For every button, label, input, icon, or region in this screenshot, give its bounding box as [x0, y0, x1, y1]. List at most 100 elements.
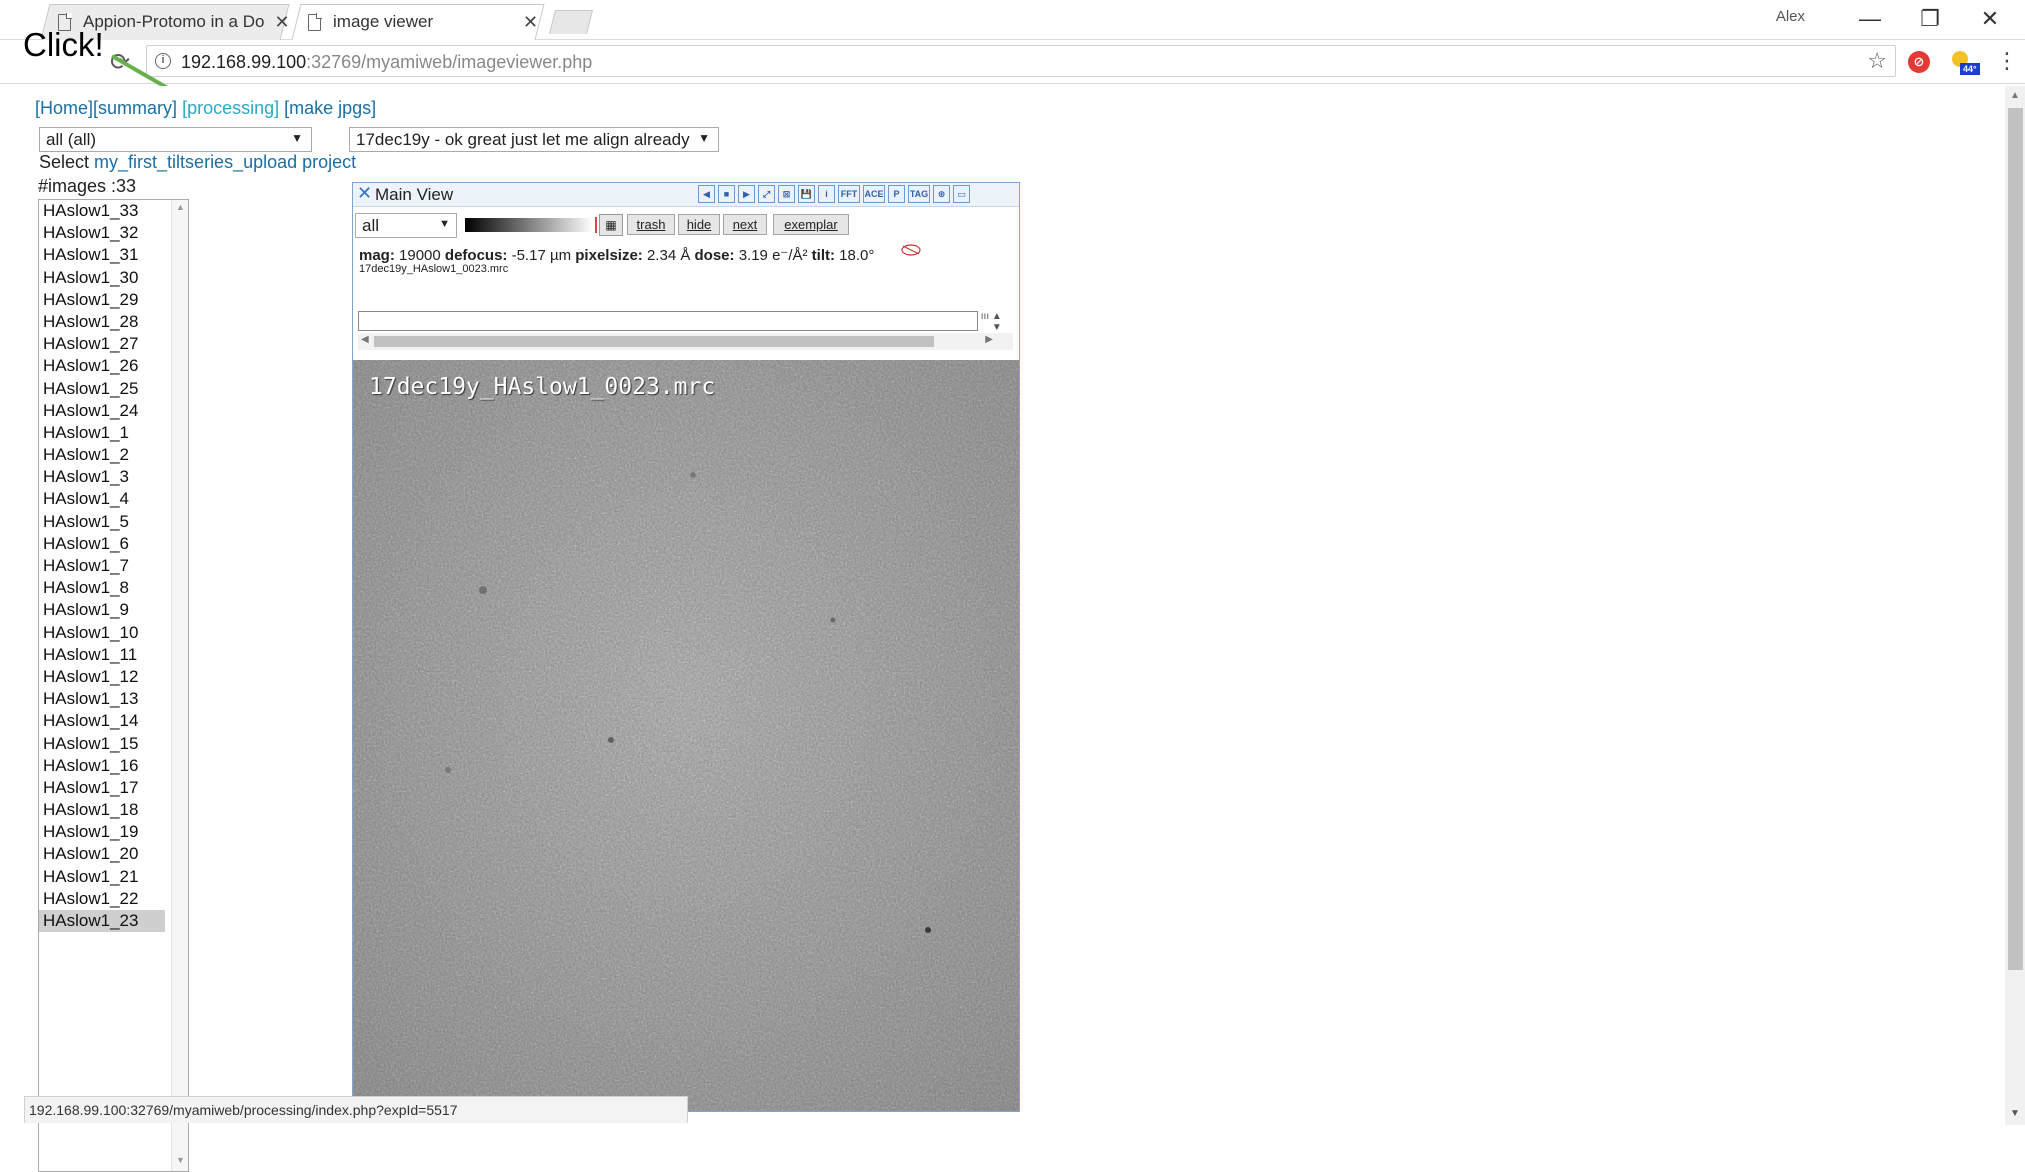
image-list-item[interactable]: HAslow1_9 [39, 599, 165, 621]
ctf-icon[interactable] [901, 243, 921, 257]
browser-toolbar: ⟳ i 192.168.99.100:32769/myamiweb/imagev… [0, 40, 2025, 84]
viewer-tool-icon[interactable]: ACE [863, 185, 885, 203]
top-nav: [Home][summary] [processing] [make jpgs] [35, 98, 376, 119]
menu-icon[interactable]: ⋮ [1996, 48, 2018, 74]
chevron-down-icon: ▼ [439, 218, 450, 230]
image-filter-select[interactable]: all ▼ [355, 213, 457, 238]
url-text[interactable]: 192.168.99.100:32769/myamiweb/imageviewe… [181, 52, 592, 73]
mag-value: 19000 [399, 247, 441, 264]
viewer-tool-icon[interactable]: ▶ [738, 185, 755, 203]
list-scrollbar[interactable]: ▲ ▼ [171, 200, 188, 1171]
nav-home-link[interactable]: [Home] [35, 98, 93, 118]
scroll-up-icon[interactable]: ▲ [176, 202, 185, 212]
scrollbar-thumb[interactable] [374, 336, 934, 347]
textarea-spinner[interactable]: ııı ▲ ▼ [978, 311, 1013, 333]
image-list-item[interactable]: HAslow1_1 [39, 422, 165, 444]
page-scrollbar[interactable]: ▲ ▼ [2005, 86, 2025, 1125]
image-list-item[interactable]: HAslow1_14 [39, 710, 165, 732]
restore-icon[interactable]: ❐ [1910, 6, 1950, 32]
image-list-item[interactable]: HAslow1_15 [39, 733, 165, 755]
trash-button[interactable]: trash [627, 214, 675, 235]
viewer-tool-icon[interactable]: ▭ [953, 185, 970, 203]
close-tab-icon[interactable]: ✕ [523, 12, 538, 33]
project-link[interactable]: my_first_tiltseries_upload project [94, 152, 356, 172]
image-list-item[interactable]: HAslow1_6 [39, 533, 165, 555]
adjust-icon[interactable]: ▦ [599, 214, 623, 236]
viewer-tool-icon[interactable]: ⊕ [933, 185, 950, 203]
image-list-item[interactable]: HAslow1_10 [39, 622, 165, 644]
image-list-item[interactable]: HAslow1_29 [39, 289, 165, 311]
image-list-item[interactable]: HAslow1_11 [39, 644, 165, 666]
image-list-item[interactable]: HAslow1_27 [39, 333, 165, 355]
extension-icon[interactable]: ⊘ [1908, 51, 1930, 73]
scroll-right-icon[interactable]: ▶ [985, 334, 993, 345]
nav-make-jpgs-link[interactable]: [make jpgs] [284, 98, 376, 118]
image-list-item[interactable]: HAslow1_12 [39, 666, 165, 688]
url-path: :32769/myamiweb/imageviewer.php [306, 52, 593, 72]
horizontal-scrollbar[interactable]: ◀ ▶ [358, 333, 1013, 350]
micrograph-image[interactable]: 17dec19y_HAslow1_0023.mrc [353, 360, 1019, 1111]
scroll-up-icon[interactable]: ▲ [2010, 90, 2020, 101]
scroll-down-icon[interactable]: ▼ [176, 1155, 185, 1165]
close-tab-icon[interactable]: ✕ [274, 12, 289, 33]
image-list-item[interactable]: HAslow1_24 [39, 400, 165, 422]
image-list-item[interactable]: HAslow1_19 [39, 821, 165, 843]
viewer-tool-icon[interactable]: ⤢ [758, 185, 775, 203]
hide-button[interactable]: hide [678, 214, 720, 235]
viewer-tool-icon[interactable]: ■ [718, 185, 735, 203]
viewer-tool-icon[interactable]: TAG [908, 185, 930, 203]
weather-extension-icon[interactable]: 44° [1951, 49, 1980, 77]
tab-image-viewer[interactable]: image viewer ✕ [308, 4, 538, 40]
particle [445, 767, 451, 773]
image-list-item[interactable]: HAslow1_25 [39, 378, 165, 400]
image-list-item[interactable]: HAslow1_30 [39, 267, 165, 289]
image-list-item[interactable]: HAslow1_13 [39, 688, 165, 710]
image-list-item[interactable]: HAslow1_18 [39, 799, 165, 821]
viewer-tool-icon[interactable]: ⊠ [778, 185, 795, 203]
scroll-down-icon[interactable]: ▼ [2010, 1108, 2020, 1119]
new-tab-button[interactable] [549, 10, 593, 34]
select-project-prefix: Select [39, 152, 90, 172]
image-list-item[interactable]: HAslow1_28 [39, 311, 165, 333]
image-list-item[interactable]: HAslow1_21 [39, 866, 165, 888]
image-list-item[interactable]: HAslow1_22 [39, 888, 165, 910]
select-project-line: Select my_first_tiltseries_upload projec… [39, 152, 356, 173]
image-list-item[interactable]: HAslow1_8 [39, 577, 165, 599]
image-list-item[interactable]: HAslow1_33 [39, 200, 165, 222]
exemplar-button[interactable]: exemplar [773, 214, 849, 235]
image-list-item[interactable]: HAslow1_3 [39, 466, 165, 488]
scroll-left-icon[interactable]: ◀ [361, 334, 369, 345]
image-list-item[interactable]: HAslow1_31 [39, 244, 165, 266]
image-list-item[interactable]: HAslow1_7 [39, 555, 165, 577]
address-bar[interactable]: i 192.168.99.100:32769/myamiweb/imagevie… [146, 45, 1896, 77]
image-list-item[interactable]: HAslow1_20 [39, 843, 165, 865]
group-select[interactable]: all (all) ▼ [39, 127, 312, 152]
image-list-item[interactable]: HAslow1_2 [39, 444, 165, 466]
contrast-gradient[interactable] [465, 218, 593, 232]
viewer-tool-icon[interactable]: 💾 [798, 185, 815, 203]
image-list-item[interactable]: HAslow1_4 [39, 488, 165, 510]
image-list[interactable]: HAslow1_33 HAslow1_32 HAslow1_31 HAslow1_30… [38, 199, 189, 1172]
comment-textarea[interactable] [358, 311, 978, 331]
viewer-tool-icon[interactable]: P [888, 185, 905, 203]
image-list-item[interactable]: HAslow1_23 [39, 910, 165, 933]
close-window-icon[interactable]: ✕ [1970, 6, 2010, 32]
image-list-item[interactable]: HAslow1_16 [39, 755, 165, 777]
next-button[interactable]: next [723, 214, 767, 235]
viewer-tool-icon[interactable]: i [818, 185, 835, 203]
bookmark-star-icon[interactable]: ☆ [1867, 48, 1887, 74]
profile-name[interactable]: Alex [1776, 8, 1805, 25]
scrollbar-thumb[interactable] [2008, 108, 2023, 970]
image-list-item[interactable]: HAslow1_26 [39, 355, 165, 377]
nav-summary-link[interactable]: [summary] [93, 98, 177, 118]
image-list-item[interactable]: HAslow1_17 [39, 777, 165, 799]
image-list-item[interactable]: HAslow1_32 [39, 222, 165, 244]
close-icon[interactable]: ✕ [357, 183, 372, 204]
contrast-marker[interactable] [595, 217, 597, 233]
viewer-tool-icon[interactable]: FFT [838, 185, 860, 203]
viewer-tool-icon[interactable]: ◀ [698, 185, 715, 203]
session-select[interactable]: 17dec19y - ok great just let me align al… [349, 127, 719, 152]
nav-processing-link[interactable]: [processing] [182, 98, 279, 118]
minimize-icon[interactable]: — [1850, 6, 1890, 32]
image-list-item[interactable]: HAslow1_5 [39, 511, 165, 533]
